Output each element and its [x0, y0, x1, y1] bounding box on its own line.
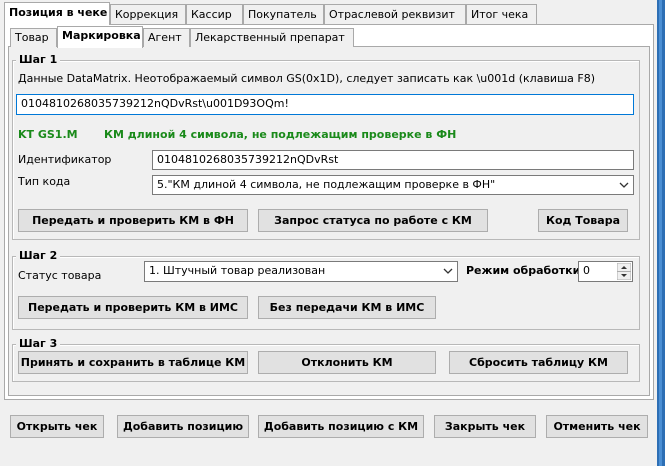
- tab-position-in-receipt[interactable]: Позиция в чеке: [4, 2, 110, 25]
- add-position-km-button[interactable]: Добавить позицию с КМ: [258, 415, 424, 438]
- tab-agent[interactable]: Агент: [143, 28, 190, 47]
- tab-product[interactable]: Товар: [10, 28, 57, 47]
- chevron-down-icon: [443, 268, 453, 274]
- tab-correction[interactable]: Коррекция: [110, 4, 186, 24]
- cancel-receipt-button[interactable]: Отменить чек: [546, 415, 648, 438]
- kt-status-text: КМ длиной 4 символа, не подлежащим прове…: [104, 128, 457, 141]
- datamatrix-instruction: Данные DataMatrix. Неотображаемый символ…: [18, 72, 595, 85]
- product-status-select[interactable]: 1. Штучный товар реализован: [144, 261, 458, 282]
- product-status-label: Статус товара: [18, 269, 102, 282]
- kt-label: KT GS1.M: [18, 128, 78, 141]
- reset-table-button[interactable]: Сбросить таблицу КМ: [449, 351, 628, 374]
- tab-medicine[interactable]: Лекарственный препарат: [190, 28, 354, 47]
- accept-save-button[interactable]: Принять и сохранить в таблице КМ: [18, 351, 248, 374]
- product-code-button[interactable]: Код Товара: [538, 209, 628, 232]
- identifier-field[interactable]: 0104810268035739212nQDvRst: [152, 150, 634, 170]
- tab-cashier[interactable]: Кассир: [186, 4, 243, 24]
- tab-industry-requisite[interactable]: Отраслевой реквизит: [324, 4, 466, 24]
- tab-receipt-total[interactable]: Итог чека: [466, 4, 537, 24]
- code-type-select[interactable]: 5."КМ длиной 4 символа, не подлежащим пр…: [152, 175, 634, 195]
- status-request-button[interactable]: Запрос статуса по работе с КМ: [258, 209, 488, 232]
- send-check-ims-button[interactable]: Передать и проверить КМ в ИМС: [18, 296, 248, 319]
- code-type-label: Тип кода: [18, 175, 71, 188]
- send-check-fn-button[interactable]: Передать и проверить КМ в ФН: [18, 209, 248, 232]
- window-edge-highlight: [659, 0, 662, 466]
- reject-km-button[interactable]: Отклонить КМ: [258, 351, 436, 374]
- spinner-arrows-icon[interactable]: [617, 263, 631, 280]
- processing-mode-label: Режим обработки: [466, 264, 581, 277]
- add-position-button[interactable]: Добавить позицию: [117, 415, 249, 438]
- tab-buyer[interactable]: Покупатель: [243, 4, 324, 24]
- close-receipt-button[interactable]: Закрыть чек: [434, 415, 536, 438]
- step1-legend: Шаг 1: [16, 53, 61, 66]
- processing-mode-spinner[interactable]: 0: [578, 261, 633, 282]
- identifier-label: Идентификатор: [18, 153, 112, 166]
- tab-marking[interactable]: Маркировка: [57, 26, 143, 48]
- chevron-down-icon: [619, 182, 629, 188]
- open-receipt-button[interactable]: Открыть чек: [10, 415, 104, 438]
- step3-legend: Шаг 3: [16, 337, 61, 350]
- no-send-ims-button[interactable]: Без передачи КМ в ИМС: [258, 296, 436, 319]
- datamatrix-input[interactable]: 0104810268035739212nQDvRst\u001D93OQm!: [16, 94, 634, 115]
- step2-legend: Шаг 2: [16, 249, 61, 262]
